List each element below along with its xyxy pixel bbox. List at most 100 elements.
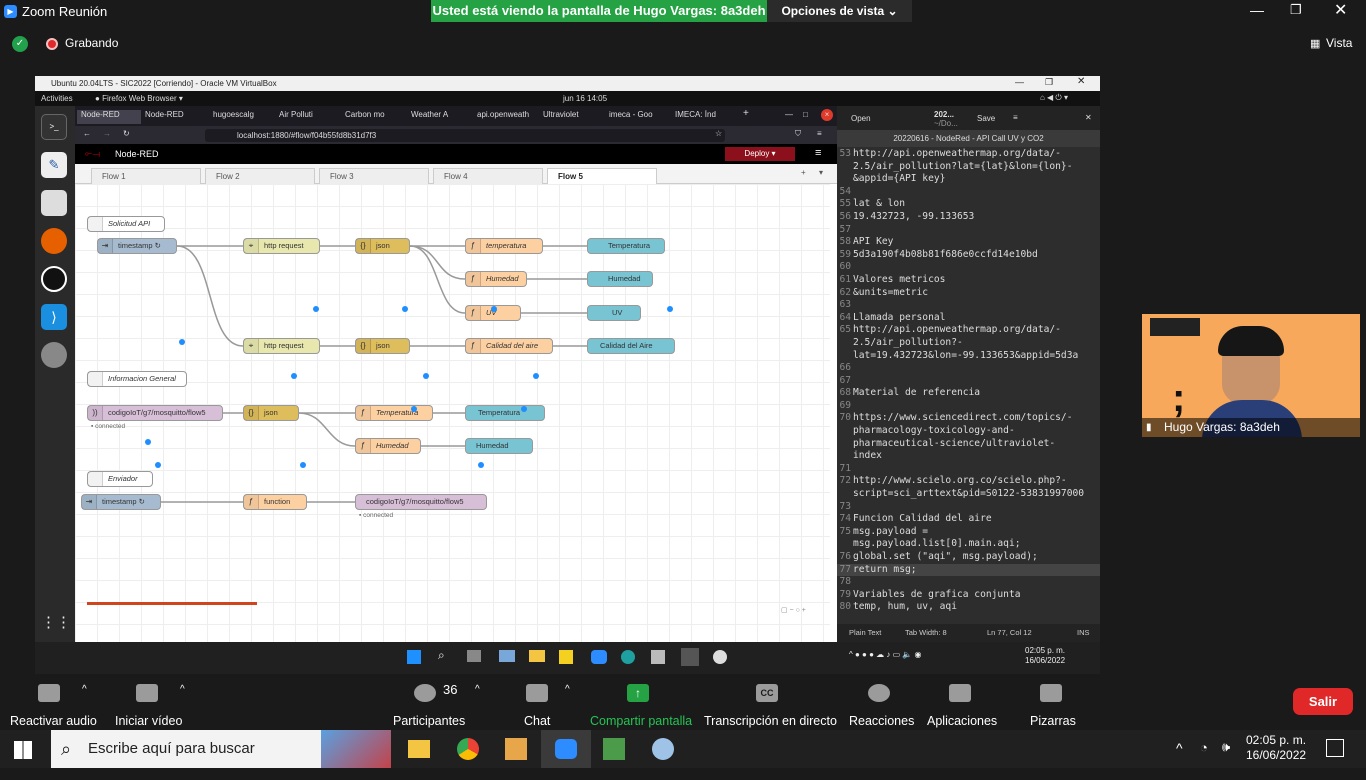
comment-node[interactable]: Solicitud API [87,216,165,232]
editor-line[interactable]: 63 [837,299,1100,312]
share-screen-button[interactable]: Compartir pantalla [590,714,692,728]
nodered-menu-icon[interactable]: ≡ [815,147,821,159]
open-button[interactable]: Open [851,114,871,123]
virtualbox-icon[interactable] [651,650,665,664]
audio-button[interactable]: Reactivar audio [10,714,97,728]
system-tray-icon[interactable]: ⌂ ◀ ⏻ ▾ [1040,93,1068,103]
restore-icon[interactable]: ❐ [1290,2,1302,18]
editor-line[interactable]: 2.5/air_pollution?- [837,337,1100,350]
shield-icon[interactable]: ✓ [12,36,28,52]
comment-node[interactable]: Enviador [87,471,153,487]
editor-line[interactable]: 74 Funcion Calidad del aire [837,513,1100,526]
editor-line[interactable]: 55 lat & lon [837,198,1100,211]
grid-icon[interactable]: ▦ [1310,37,1320,50]
window-min-icon[interactable]: — [785,110,793,124]
mqtt-out-node[interactable]: codigoIoT/g7/mosquitto/flow5 [355,494,487,510]
editor-line[interactable]: 78 [837,576,1100,589]
editor-close-icon[interactable]: ✕ [1085,113,1092,122]
gauge-node[interactable]: Temperatura [587,238,665,254]
editor-line[interactable]: 62 &units=metric [837,287,1100,300]
task-view-icon[interactable] [467,650,481,662]
flow-canvas[interactable]: Solicitud API ⇥ timestamp ↻ ⌖ http request… [75,184,830,642]
close-icon[interactable]: ✕ [1334,0,1347,20]
editor-line[interactable]: 73 [837,501,1100,514]
photos-icon[interactable] [499,650,515,662]
editor-tab[interactable]: 20220616 - NodeRed - API Call UV y CO2 [837,130,1100,147]
function-node[interactable]: ƒ function [243,494,307,510]
editor-line[interactable]: 2.5/air_pollution?lat={lat}&lon={lon}- [837,161,1100,174]
editor-line[interactable]: pharmaceutical-science/ultraviolet- [837,438,1100,451]
files-icon[interactable] [41,190,67,216]
inject-node[interactable]: ⇥ timestamp ↻ [81,494,161,510]
editor-line[interactable]: 70 https://www.sciencedirect.com/topics/- [837,412,1100,425]
editor-line[interactable]: 56 19.432723, -99.133653 [837,211,1100,224]
browser-tab[interactable]: Node-RED [77,110,141,124]
editor-line[interactable]: 65 http://api.openweathermap.org/data/- [837,324,1100,337]
gauge-node[interactable]: UV [587,305,641,321]
reactions-icon[interactable] [868,684,890,702]
apps-icon[interactable] [949,684,971,702]
app-icon[interactable] [681,648,699,666]
editor-line[interactable]: msg.payload.list[0].main.aqi; [837,538,1100,551]
share-screen-icon[interactable]: ↑ [627,684,649,702]
browser-tab[interactable]: Node-RED [145,110,203,124]
chat-button[interactable]: Chat [524,714,550,728]
participants-icon[interactable] [414,684,436,702]
editor-line[interactable]: 80 temp, hum, uv, aqi [837,601,1100,614]
menu-icon[interactable]: ≡ [817,129,822,138]
apps-button[interactable]: Aplicaciones [927,714,997,728]
network-icon[interactable]: ◔ [1200,740,1208,755]
window-close-icon[interactable]: × [821,109,833,121]
view-options-button[interactable]: Opciones de vista ⌄ [767,0,912,22]
chevron-up-icon[interactable]: ^ [565,684,570,695]
notepad-icon[interactable] [603,738,625,760]
terminal-icon[interactable]: >_ [41,114,67,140]
chat-icon[interactable] [526,684,548,702]
tab-width-selector[interactable]: Tab Width: 8 [905,628,947,637]
gauge-node[interactable]: Humedad [587,271,653,287]
mqtt-in-node[interactable]: )) codigoIoT/g7/mosquitto/flow5 [87,405,223,421]
chevron-up-icon[interactable]: ^ [82,684,87,695]
save-button[interactable]: Save [977,114,995,123]
http-request-node[interactable]: ⌖ http request [243,338,320,354]
paint-icon[interactable] [652,738,674,760]
http-request-node[interactable]: ⌖ http request [243,238,320,254]
editor-line[interactable]: lat=19.432723&lon=-99.133653&appid=5d3a [837,350,1100,363]
tab-flow-1[interactable]: Flow 1 [91,168,201,184]
editor-line[interactable]: 77 return msg; [837,563,1100,577]
bookmark-star-icon[interactable]: ☆ [715,129,722,138]
back-icon[interactable]: ← [83,129,91,138]
whiteboard-icon[interactable] [1040,684,1062,702]
inject-node[interactable]: ⇥ timestamp ↻ [97,238,177,254]
browser-tab[interactable]: Air Polluti [279,110,335,124]
taskbar-clock[interactable]: 02:05 p. m. 16/06/2022 [1246,733,1306,763]
browser-tab[interactable]: imeca - Goo [609,110,665,124]
editor-line[interactable]: 72 http://www.scielo.org.co/scielo.php?- [837,475,1100,488]
editor-line[interactable]: 69 [837,400,1100,413]
video-off-icon[interactable] [136,684,158,702]
chevron-up-icon[interactable]: ^ [475,684,480,695]
notifications-icon[interactable] [1326,739,1344,757]
zoom-controls[interactable]: ▢ − ○ + [781,606,806,614]
volume-icon[interactable]: 🕪 [1222,739,1230,755]
horizontal-scrollbar[interactable] [87,602,257,605]
reload-icon[interactable]: ↻ [123,129,130,138]
json-node[interactable]: {} json [243,405,299,421]
browser-menu[interactable]: ● Firefox Web Browser ▾ [95,94,183,103]
editor-line[interactable]: 58 API Key [837,236,1100,249]
file-explorer-icon[interactable] [529,650,545,662]
function-node[interactable]: ƒ Temperatura [355,405,433,421]
vm-minimize-icon[interactable]: — [1015,77,1024,87]
start-icon[interactable] [407,650,421,664]
browser-tab[interactable]: Ultraviolet [543,110,599,124]
taskbar-search-input[interactable]: ⌕ Escribe aquí para buscar [51,730,391,768]
chevron-up-icon[interactable]: ^ [1176,740,1183,756]
browser-tab[interactable]: Weather A [411,110,467,124]
editor-line[interactable]: 54 [837,186,1100,199]
new-tab-icon[interactable]: + [743,108,749,122]
chart-node[interactable]: Temperatura [465,405,545,421]
zoom-icon[interactable] [555,739,577,759]
edge-icon[interactable] [621,650,635,664]
activities-button[interactable]: Activities [41,94,73,103]
tray-icons[interactable]: ^ ● ● ● ☁ ♪ ▭ 🔈 ◉ [849,650,922,659]
